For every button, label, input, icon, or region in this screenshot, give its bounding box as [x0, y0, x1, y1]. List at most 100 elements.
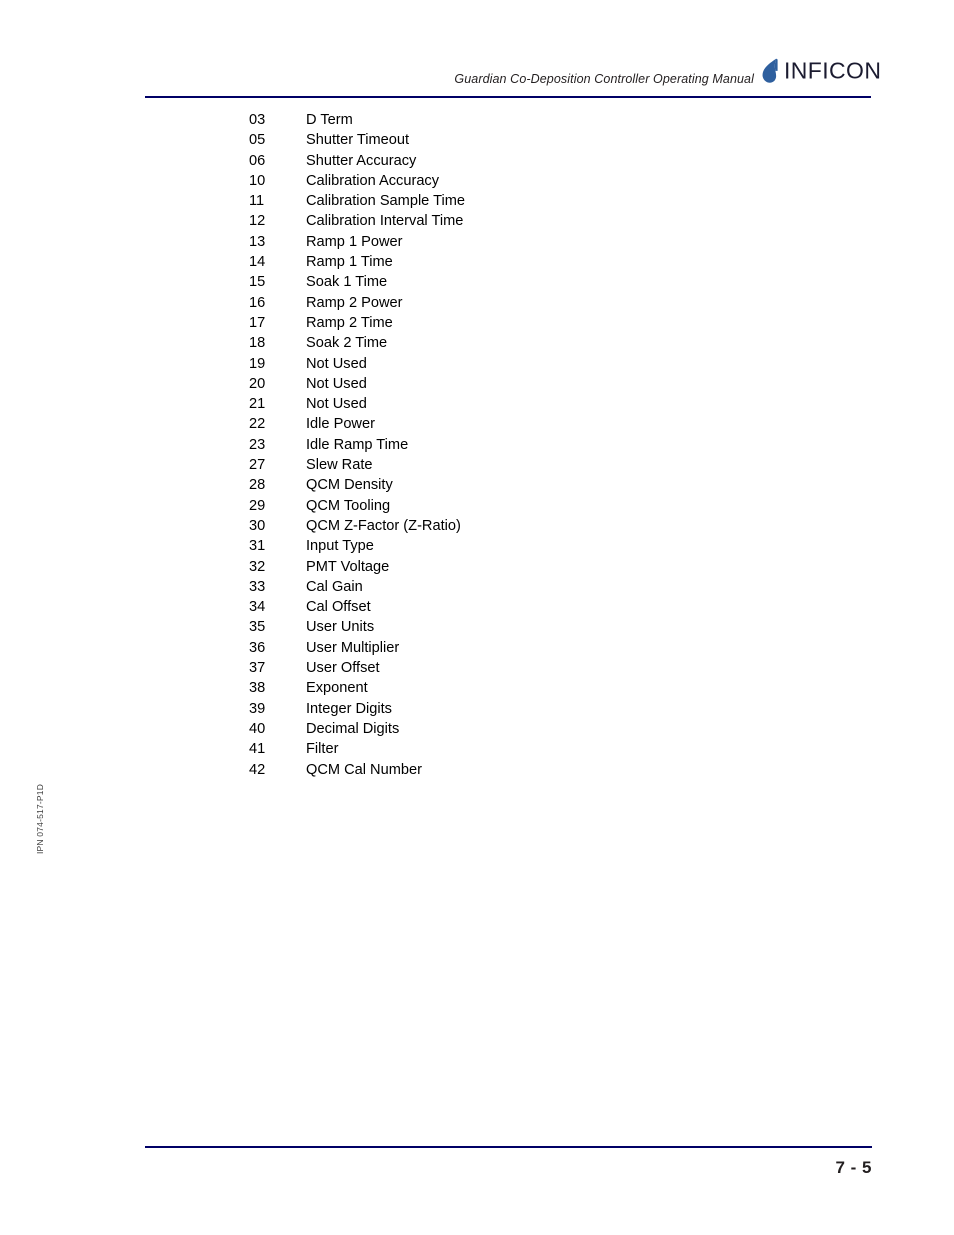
parameter-label: QCM Z-Factor (Z-Ratio): [306, 517, 461, 534]
parameter-label: Calibration Accuracy: [306, 172, 440, 189]
parameter-number: 19: [249, 355, 266, 372]
header-manual-title: Guardian Co-Deposition Controller Operat…: [454, 72, 754, 86]
parameter-row: 23 Idle Ramp Time: [0, 435, 954, 455]
parameter-row: 11 Calibration Sample Time: [0, 191, 954, 211]
parameter-label: Slew Rate: [306, 457, 373, 474]
parameter-number: 13: [249, 233, 266, 250]
parameter-number: 14: [249, 254, 266, 271]
parameter-number: 30: [249, 517, 266, 534]
parameter-label: User Multiplier: [306, 639, 400, 656]
parameter-label: Ramp 2 Time: [306, 314, 393, 331]
parameter-label: Shutter Timeout: [306, 132, 410, 149]
parameter-row: 29 QCM Tooling: [0, 496, 954, 516]
parameter-number: 39: [249, 700, 266, 717]
parameter-number: 42: [249, 761, 266, 778]
parameter-row: 17 Ramp 2 Time: [0, 313, 954, 333]
parameter-number: 17: [249, 314, 266, 331]
inficon-wordmark: INFICON: [784, 57, 882, 84]
parameter-number: 06: [249, 152, 266, 169]
parameter-label: Input Type: [306, 538, 374, 555]
parameter-row: 06 Shutter Accuracy: [0, 151, 954, 171]
parameter-row: 34 Cal Offset: [0, 597, 954, 617]
parameter-number: 29: [249, 497, 266, 514]
parameter-number: 28: [249, 477, 266, 494]
parameter-number: 33: [249, 578, 266, 595]
parameter-label: Soak 2 Time: [306, 335, 388, 352]
page-header: Guardian Co-Deposition Controller Operat…: [0, 0, 954, 100]
parameter-label: User Offset: [306, 660, 380, 677]
footer-divider-rule: [145, 1146, 872, 1148]
parameter-number: 34: [249, 599, 266, 616]
parameter-number: 05: [249, 132, 266, 149]
header-divider-rule: [145, 96, 871, 98]
parameter-number: 22: [249, 416, 266, 433]
parameter-number: 11: [249, 193, 265, 210]
parameter-number: 18: [249, 335, 266, 352]
parameter-number: 21: [249, 396, 266, 413]
parameter-label: Calibration Interval Time: [306, 213, 464, 230]
parameter-label: QCM Density: [306, 477, 393, 494]
parameter-row: 41 Filter: [0, 739, 954, 759]
parameter-number: 31: [249, 538, 266, 555]
parameter-label: Ramp 2 Power: [306, 294, 403, 311]
parameter-label: Cal Offset: [306, 599, 371, 616]
parameter-number: 12: [249, 213, 266, 230]
parameter-row: 37 User Offset: [0, 658, 954, 678]
inficon-droplet-icon: [762, 58, 784, 86]
parameter-label: Idle Ramp Time: [306, 436, 409, 453]
parameter-row: 35 User Units: [0, 617, 954, 637]
inficon-logo: INFICON: [762, 56, 881, 88]
parameter-row: 40 Decimal Digits: [0, 719, 954, 739]
parameter-row: 21 Not Used: [0, 394, 954, 414]
parameter-number: 10: [249, 172, 266, 189]
parameter-row: 19 Not Used: [0, 354, 954, 374]
parameter-row: 30 QCM Z-Factor (Z-Ratio): [0, 516, 954, 536]
parameter-number: 03: [249, 112, 266, 128]
parameter-number: 23: [249, 436, 266, 453]
parameter-row: 31 Input Type: [0, 536, 954, 556]
parameter-number: 27: [249, 457, 266, 474]
parameter-label: PMT Voltage: [306, 558, 390, 575]
document-page: Guardian Co-Deposition Controller Operat…: [0, 0, 954, 1235]
parameter-number: 41: [249, 741, 266, 758]
parameter-row: 32 PMT Voltage: [0, 557, 954, 577]
parameter-row: 36 User Multiplier: [0, 638, 954, 658]
parameter-label: Shutter Accuracy: [306, 152, 417, 169]
parameter-label: Idle Power: [306, 416, 375, 433]
parameter-label: Ramp 1 Power: [306, 233, 403, 250]
parameter-number: 15: [249, 274, 266, 291]
parameter-row: 05 Shutter Timeout: [0, 130, 954, 150]
parameter-row: 15 Soak 1 Time: [0, 272, 954, 292]
parameter-row: 16 Ramp 2 Power: [0, 293, 954, 313]
parameter-row: 20 Not Used: [0, 374, 954, 394]
parameter-label: Ramp 1 Time: [306, 254, 393, 271]
parameter-label: User Units: [306, 619, 375, 636]
parameter-number: 38: [249, 680, 266, 697]
page-number: 7 - 5: [835, 1158, 872, 1177]
parameter-number: 32: [249, 558, 266, 575]
parameter-row: 22 Idle Power: [0, 414, 954, 434]
parameter-row: 03 D Term: [0, 110, 954, 130]
parameter-label: D Term: [306, 112, 353, 128]
parameter-row: 39 Integer Digits: [0, 699, 954, 719]
parameter-label: Calibration Sample Time: [306, 193, 465, 210]
parameter-number: 40: [249, 720, 266, 737]
parameter-label: Soak 1 Time: [306, 274, 388, 291]
parameter-row: 33 Cal Gain: [0, 577, 954, 597]
parameter-row: 42 QCM Cal Number: [0, 760, 954, 780]
parameter-label: QCM Cal Number: [306, 761, 422, 778]
parameter-row: 28 QCM Density: [0, 475, 954, 495]
parameter-number: 37: [249, 660, 266, 677]
parameter-label: Filter: [306, 741, 339, 758]
parameter-number: 20: [249, 375, 266, 392]
parameter-number: 35: [249, 619, 266, 636]
parameter-label: Not Used: [306, 355, 367, 372]
parameter-label: QCM Tooling: [306, 497, 391, 514]
parameter-label: Decimal Digits: [306, 720, 400, 737]
parameter-row: 27 Slew Rate: [0, 455, 954, 475]
parameter-list: 03 D Term 05 Shutter Timeout 06 Shutter Accur…: [0, 110, 954, 780]
parameter-row: 14 Ramp 1 Time: [0, 252, 954, 272]
parameter-label: Cal Gain: [306, 578, 363, 595]
parameter-number: 16: [249, 294, 266, 311]
parameter-row: 38 Exponent: [0, 678, 954, 698]
